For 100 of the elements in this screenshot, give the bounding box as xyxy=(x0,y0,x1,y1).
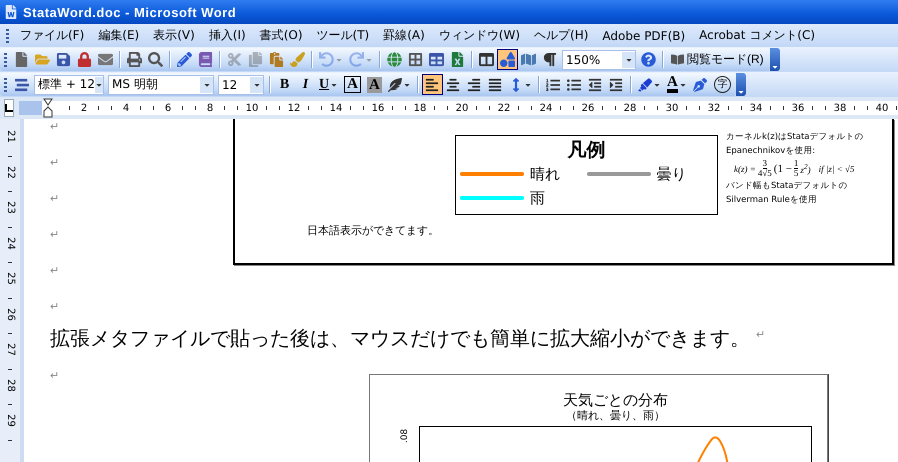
spreadsheet-icon xyxy=(450,52,465,67)
magnifier-button[interactable] xyxy=(145,49,166,70)
ruler-number: 22 xyxy=(498,102,510,114)
tab-stop-icon xyxy=(5,104,13,112)
outdent-icon xyxy=(588,78,602,92)
ruler-number: 14 xyxy=(330,102,342,114)
dropdown-button[interactable] xyxy=(200,76,213,92)
ruler-number: 27 xyxy=(4,343,16,356)
ruler-number: 28 xyxy=(624,102,636,114)
ruler-number: 16 xyxy=(372,102,384,114)
lock-icon xyxy=(77,52,92,67)
toolbar-options-icon[interactable] xyxy=(736,73,746,96)
menu-item[interactable]: Adobe PDF(B) xyxy=(595,26,692,44)
shapes-icon xyxy=(500,52,515,67)
note-text: Silverman Ruleを使用 xyxy=(726,194,818,206)
pencil-button[interactable] xyxy=(174,49,195,70)
paragraph-icon xyxy=(542,52,557,67)
ruler-number: 21 xyxy=(4,130,16,143)
printer-button[interactable] xyxy=(124,49,145,70)
ruler-number: 2 xyxy=(80,102,88,114)
ruler-number: 23 xyxy=(4,201,16,214)
ruler-number: 24 xyxy=(4,236,16,250)
bold-button[interactable]: B xyxy=(274,74,295,95)
document-icon xyxy=(4,5,18,19)
align-right-icon xyxy=(467,78,482,92)
menu-item[interactable]: 罫線(A) xyxy=(376,25,432,46)
align-left-button[interactable] xyxy=(422,74,443,95)
clipboard-icon xyxy=(269,52,284,67)
font-color-button[interactable]: A xyxy=(664,74,690,95)
toolbar-options-icon[interactable] xyxy=(770,48,780,71)
zoom-combo[interactable]: 150% xyxy=(562,50,636,70)
paragraph-mark: ↵ xyxy=(50,191,60,207)
redo-icon xyxy=(349,52,364,67)
menu-item[interactable]: ツール(T) xyxy=(310,25,376,46)
legend-label: 曇り xyxy=(656,164,686,184)
feather-icon xyxy=(388,78,402,92)
bullet-list-icon xyxy=(567,78,582,92)
paragraph-mark: ↵ xyxy=(50,119,60,135)
ruler-number: 6 xyxy=(164,102,172,114)
shapes-button[interactable] xyxy=(497,49,518,70)
ruler-number: 20 xyxy=(456,102,468,114)
book-icon xyxy=(198,52,213,67)
ruler-number: 12 xyxy=(288,102,300,114)
paragraph-mark: ↵ xyxy=(50,368,60,384)
ruler-number: 38 xyxy=(834,102,846,114)
body-text: 拡張メタファイルで貼った後は、マウスだけでも簡単に拡大縮小ができます。 xyxy=(50,327,750,352)
ruler-number: 24 xyxy=(540,102,552,114)
style-combo[interactable]: 標準 + 12 xyxy=(34,74,104,94)
underline-button[interactable]: U xyxy=(316,74,342,95)
tab-stop-selector[interactable] xyxy=(4,99,14,117)
legend-label: 雨 xyxy=(530,188,545,208)
menu-item[interactable]: ヘルプ(H) xyxy=(527,25,596,46)
ruler-number: 29 xyxy=(4,414,16,427)
legend-label: 晴れ xyxy=(530,164,560,184)
chart-title: 天気ごとの分布 xyxy=(563,391,668,409)
menu-item[interactable]: 書式(O) xyxy=(252,25,310,46)
menu-item[interactable]: 挿入(I) xyxy=(202,25,253,46)
styles-icon xyxy=(14,78,28,92)
reading-mode-button[interactable]: 閲覧モード(R) xyxy=(667,49,768,70)
menu-item[interactable]: Acrobat コメント(C) xyxy=(692,25,822,46)
note-text: カーネルk(z)はStataデフォルトの xyxy=(726,131,864,143)
indent-icon xyxy=(609,78,624,92)
dropdown-button[interactable] xyxy=(250,76,263,92)
highlighter-icon xyxy=(638,78,652,92)
dropdown-button[interactable] xyxy=(94,76,103,92)
paragraph-mark: ↵ xyxy=(756,327,766,343)
numbered-list-icon xyxy=(546,78,560,92)
ruler-number: 8 xyxy=(206,102,214,114)
folder-icon xyxy=(35,52,50,67)
pen-nib-icon xyxy=(693,78,708,92)
paragraph-mark: ↵ xyxy=(50,227,60,243)
dropdown-button[interactable] xyxy=(622,52,635,68)
ruler-number: 28 xyxy=(4,378,16,392)
menu-item[interactable]: ウィンドウ(W) xyxy=(432,25,528,46)
ruler-number: 40 xyxy=(876,102,888,114)
menu-item[interactable]: 編集(E) xyxy=(91,25,146,46)
ruler-number: 36 xyxy=(792,102,804,114)
font-combo[interactable]: MS 明朝 xyxy=(108,74,214,94)
paragraph-mark: ↵ xyxy=(50,155,60,171)
new-document-icon xyxy=(14,52,29,67)
border-grid-icon xyxy=(408,52,423,67)
printer-icon xyxy=(127,52,142,67)
italic-button[interactable]: I xyxy=(295,74,316,95)
indent-marker-icon[interactable] xyxy=(43,98,53,118)
paintbrush-icon xyxy=(290,52,305,67)
font-size-combo[interactable]: 12 xyxy=(218,74,264,94)
envelope-icon xyxy=(98,52,113,67)
window-title: StataWord.doc - Microsoft Word xyxy=(23,4,236,20)
ruler-number: 26 xyxy=(582,102,594,114)
density-curve xyxy=(695,436,729,462)
menu-item[interactable]: ファイル(F) xyxy=(13,25,92,46)
ruler-number: 26 xyxy=(4,308,16,320)
globe-icon xyxy=(387,52,402,67)
columns-icon xyxy=(479,52,494,67)
ruler-number: 34 xyxy=(750,102,762,114)
menu-item[interactable]: 表示(V) xyxy=(146,25,202,46)
legend-title: 凡例 xyxy=(568,138,606,162)
paragraph-mark: ↵ xyxy=(50,263,60,279)
character-border-button[interactable]: A xyxy=(341,74,364,95)
paragraph-mark: ↵ xyxy=(50,299,60,315)
